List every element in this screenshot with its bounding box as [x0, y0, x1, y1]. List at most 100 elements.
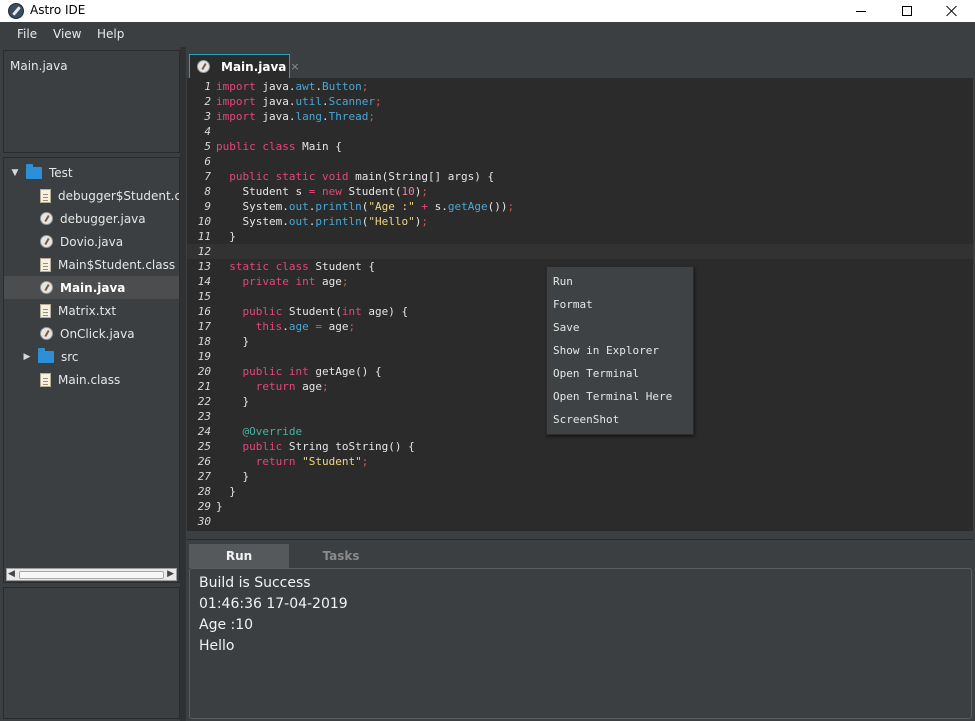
tree-folder[interactable]: ▼ Test: [4, 161, 179, 184]
maximize-icon: [902, 6, 912, 16]
code-token: public: [242, 440, 283, 453]
code-token: +: [421, 200, 428, 213]
context-menu-item-open-terminal[interactable]: Open Terminal: [548, 362, 692, 385]
menu-view[interactable]: View: [53, 27, 81, 41]
code-token: }: [216, 500, 223, 513]
context-menu-item-screenshot[interactable]: ScreenShot: [548, 408, 692, 431]
code-token: 10: [401, 185, 415, 198]
line-number: 14: [197, 275, 211, 288]
context-menu-item-save[interactable]: Save: [548, 316, 692, 339]
file-icon: [40, 188, 51, 203]
code-token: println: [315, 200, 362, 213]
folder-icon: [38, 347, 54, 363]
code-line[interactable]: 29}: [187, 499, 973, 514]
bottom-left-panel: [3, 587, 180, 719]
minimize-icon: [856, 10, 866, 12]
menu-help[interactable]: Help: [97, 27, 124, 41]
tab-run[interactable]: Run: [189, 544, 289, 568]
tree-file[interactable]: Matrix.txt: [4, 299, 179, 322]
line-number: 6: [204, 155, 211, 168]
title-bar: Astro IDE: [0, 0, 975, 22]
line-number: 17: [197, 320, 211, 333]
context-menu-item-format[interactable]: Format: [548, 293, 692, 316]
expand-down-icon[interactable]: ▼: [10, 168, 20, 178]
menu-file[interactable]: File: [17, 27, 37, 41]
tree-folder[interactable]: ▶ src: [4, 345, 179, 368]
code-token: public: [242, 305, 283, 318]
code-line[interactable]: 4: [187, 124, 973, 139]
close-button[interactable]: [929, 0, 975, 22]
minimize-button[interactable]: [838, 0, 884, 22]
open-file-item[interactable]: Main.java: [10, 59, 68, 73]
line-number: 10: [197, 215, 211, 228]
tab-main-java[interactable]: Main.java ×: [189, 54, 300, 78]
code-line[interactable]: 28 }: [187, 484, 973, 499]
scroll-left-icon[interactable]: ◀: [8, 569, 15, 579]
code-token: s.: [427, 200, 448, 213]
context-menu-item-open-terminal-here[interactable]: Open Terminal Here: [548, 385, 692, 408]
context-menu-item-run[interactable]: Run: [548, 270, 692, 293]
console-line: Build is Success: [199, 575, 311, 591]
code-token: age: [315, 275, 342, 288]
code-token: String toString() {: [282, 440, 415, 453]
code-line[interactable]: 8 Student s = new Student(10);: [187, 184, 973, 199]
code-token: lang: [295, 110, 323, 123]
tree-file[interactable]: debugger$Student.cl...: [4, 184, 179, 207]
tree-file[interactable]: OnClick.java: [4, 322, 179, 345]
code-line[interactable]: 5 public class Main {: [187, 139, 973, 154]
line-number: 26: [197, 455, 211, 468]
tree-file[interactable]: Main$Student.class: [4, 253, 179, 276]
code-line[interactable]: 3 import java.lang.Thread;: [187, 109, 973, 124]
run-console-output: Build is Success 01:46:36 17-04-2019 Age :…: [189, 568, 972, 719]
code-token: out: [288, 200, 309, 213]
expand-right-icon[interactable]: ▶: [22, 352, 32, 362]
code-line[interactable]: 10 System.out.println("Hello");: [187, 214, 973, 229]
code-line[interactable]: 1 import java.awt.Button;: [187, 79, 973, 94]
code-token: awt: [295, 80, 316, 93]
tree-file[interactable]: Main.java: [4, 276, 179, 299]
code-line[interactable]: 12: [187, 244, 973, 259]
tree-file[interactable]: Main.class: [4, 368, 179, 391]
code-line[interactable]: 9 System.out.println("Age :" + s.getAge(…: [187, 199, 973, 214]
tab-close-icon[interactable]: ×: [290, 60, 299, 73]
code-line[interactable]: 2 import java.util.Scanner;: [187, 94, 973, 109]
code-token: ;: [374, 95, 382, 108]
scroll-right-icon[interactable]: ▶: [167, 569, 174, 579]
tree-file[interactable]: debugger.java: [4, 207, 179, 230]
panel-splitter[interactable]: [180, 47, 186, 721]
code-token: "Hello": [368, 215, 415, 228]
maximize-button[interactable]: [884, 0, 930, 22]
folder-icon: [26, 163, 42, 179]
code-line[interactable]: 27 }: [187, 469, 973, 484]
code-line[interactable]: 7 public static void main(String[] args)…: [187, 169, 973, 184]
code-token: Student(: [341, 185, 402, 198]
code-line[interactable]: 26 return "Student";: [187, 454, 973, 469]
line-number: 8: [204, 185, 211, 198]
code-token: }: [216, 395, 250, 408]
line-number: 13: [197, 260, 211, 273]
tree-horizontal-scrollbar[interactable]: ◀ ▶: [6, 568, 177, 581]
code-line[interactable]: 25 public String toString() {: [187, 439, 973, 454]
code-line[interactable]: 30: [187, 514, 973, 529]
code-token: public static void: [229, 170, 349, 183]
code-token: }: [216, 470, 250, 483]
code-line[interactable]: 11 }: [187, 229, 973, 244]
scrollbar-thumb[interactable]: [19, 571, 164, 579]
tab-tasks[interactable]: Tasks: [291, 544, 391, 568]
context-menu-item-show-in-explorer[interactable]: Show in Explorer: [548, 339, 692, 362]
code-token: ;: [421, 215, 428, 228]
code-token: java.: [255, 80, 296, 93]
code-token: @Override: [242, 425, 303, 438]
line-number: 2: [204, 95, 211, 108]
code-line[interactable]: 6: [187, 154, 973, 169]
code-token: .: [315, 80, 322, 93]
code-token: }: [216, 230, 236, 243]
code-token: System.: [216, 215, 289, 228]
tree-file[interactable]: Dovio.java: [4, 230, 179, 253]
tree-item-label: debugger$Student.cl...: [58, 188, 179, 203]
file-icon: [40, 257, 51, 272]
